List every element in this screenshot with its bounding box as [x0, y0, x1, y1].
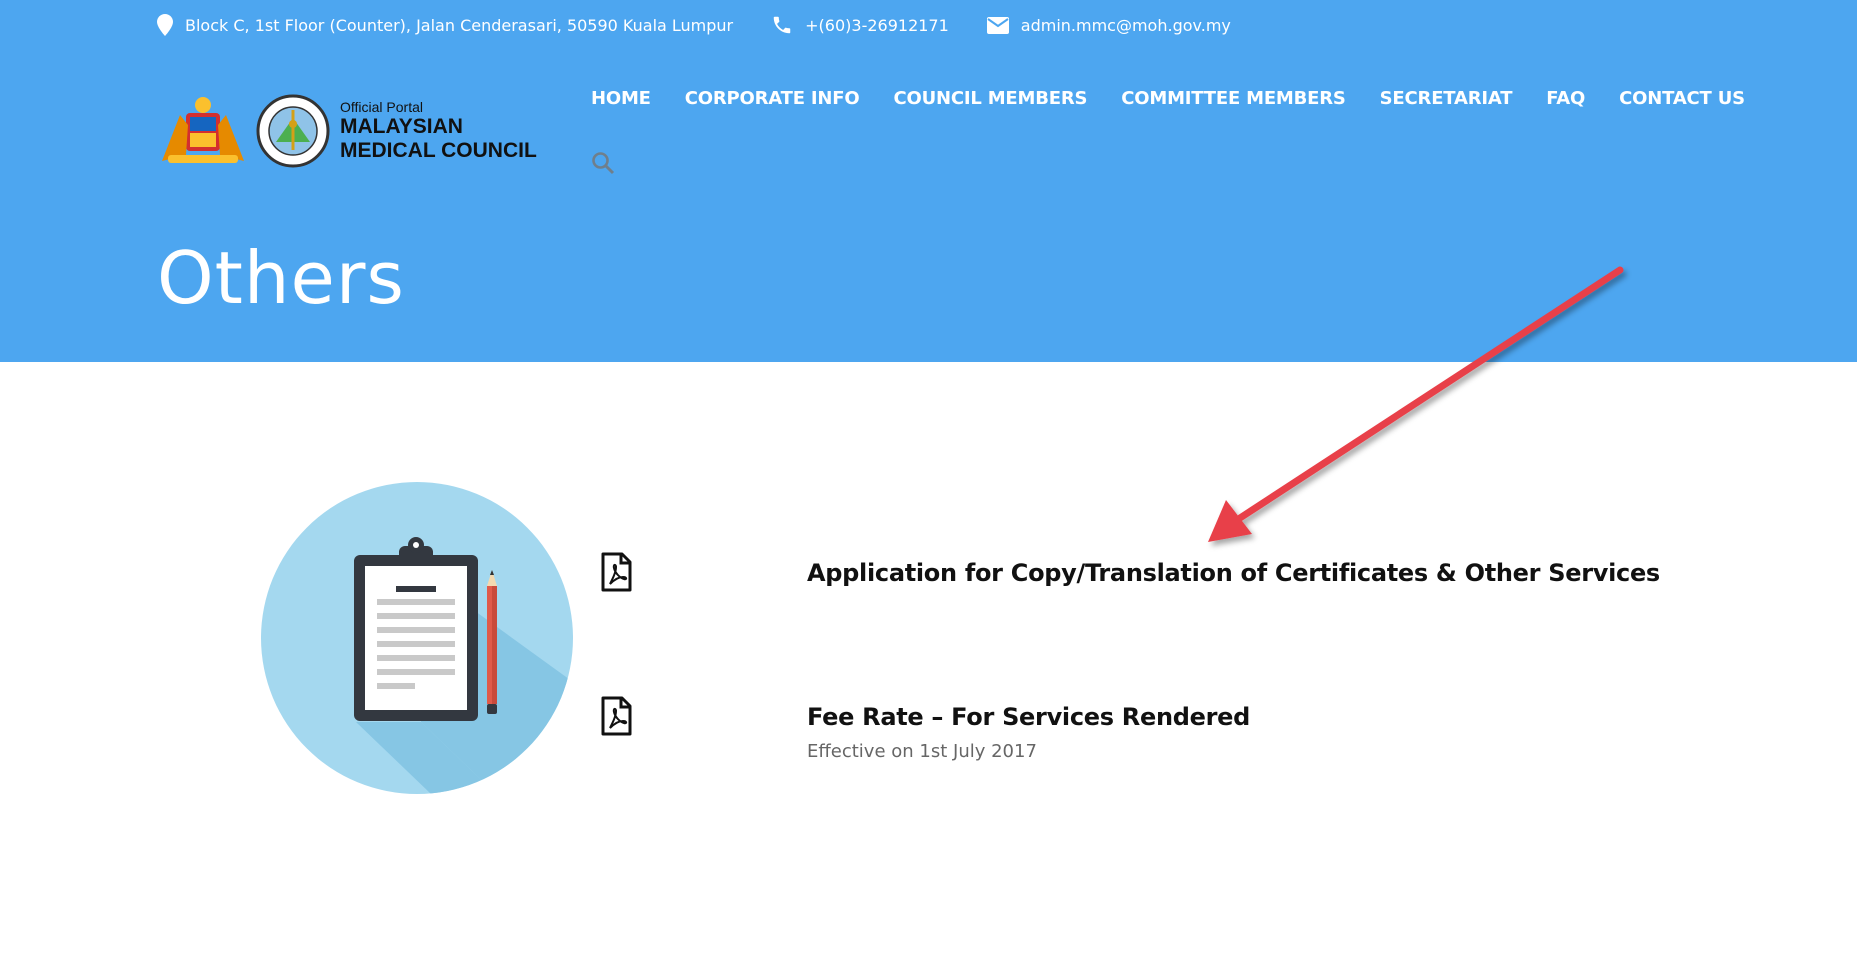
document-row-1[interactable]: [600, 552, 632, 592]
nav-corporate-info[interactable]: CORPORATE INFO: [685, 88, 860, 109]
phone-item[interactable]: +(60)3-26912171: [771, 14, 949, 36]
brand-text: Official Portal MALAYSIAN MEDICAL COUNCI…: [340, 99, 537, 163]
email-item[interactable]: admin.mmc@moh.gov.my: [986, 16, 1231, 35]
coat-of-arms-logo: [162, 97, 244, 163]
main-nav: HOME CORPORATE INFO COUNCIL MEMBERS COMM…: [591, 88, 1745, 109]
envelope-icon: [986, 16, 1009, 34]
map-pin-icon: [157, 14, 173, 36]
brand-line-3: MEDICAL COUNCIL: [340, 139, 537, 162]
nav-contact-us[interactable]: CONTACT US: [1619, 88, 1745, 109]
page-title: Others: [157, 236, 405, 320]
nav-committee-members[interactable]: COMMITTEE MEMBERS: [1121, 88, 1346, 109]
pdf-file-icon: [601, 696, 632, 736]
nav-faq[interactable]: FAQ: [1546, 88, 1585, 109]
phone-icon: [773, 16, 791, 34]
brand-line-1: Official Portal: [340, 99, 423, 115]
pdf-file-icon: [601, 552, 632, 592]
clipboard-illustration: [261, 482, 573, 799]
document-link-1[interactable]: Application for Copy/Translation of Cert…: [807, 559, 1660, 587]
address-text: Block C, 1st Floor (Counter), Jalan Cend…: [185, 15, 734, 35]
nav-secretariat[interactable]: SECRETARIAT: [1380, 88, 1513, 109]
document-link-2[interactable]: Fee Rate – For Services Rendered: [807, 703, 1250, 731]
brand-line-2: MALAYSIAN: [340, 115, 463, 138]
document-2-text: Fee Rate – For Services Rendered Effecti…: [807, 703, 1250, 762]
document-row-2[interactable]: [600, 696, 632, 736]
phone-text[interactable]: +(60)3-26912171: [805, 16, 949, 35]
site-header: Block C, 1st Floor (Counter), Jalan Cend…: [0, 0, 1857, 362]
nav-council-members[interactable]: COUNCIL MEMBERS: [893, 88, 1087, 109]
council-seal-logo: [256, 94, 330, 168]
search-icon: [592, 152, 615, 175]
site-logo[interactable]: Official Portal MALAYSIAN MEDICAL COUNCI…: [158, 94, 537, 168]
document-2-subtitle: Effective on 1st July 2017: [807, 741, 1037, 762]
contact-bar: Block C, 1st Floor (Counter), Jalan Cend…: [157, 12, 1269, 38]
nav-home[interactable]: HOME: [591, 88, 651, 109]
email-text[interactable]: admin.mmc@moh.gov.my: [1021, 16, 1231, 35]
address-item: Block C, 1st Floor (Counter), Jalan Cend…: [157, 14, 733, 36]
search-button[interactable]: [591, 151, 615, 180]
